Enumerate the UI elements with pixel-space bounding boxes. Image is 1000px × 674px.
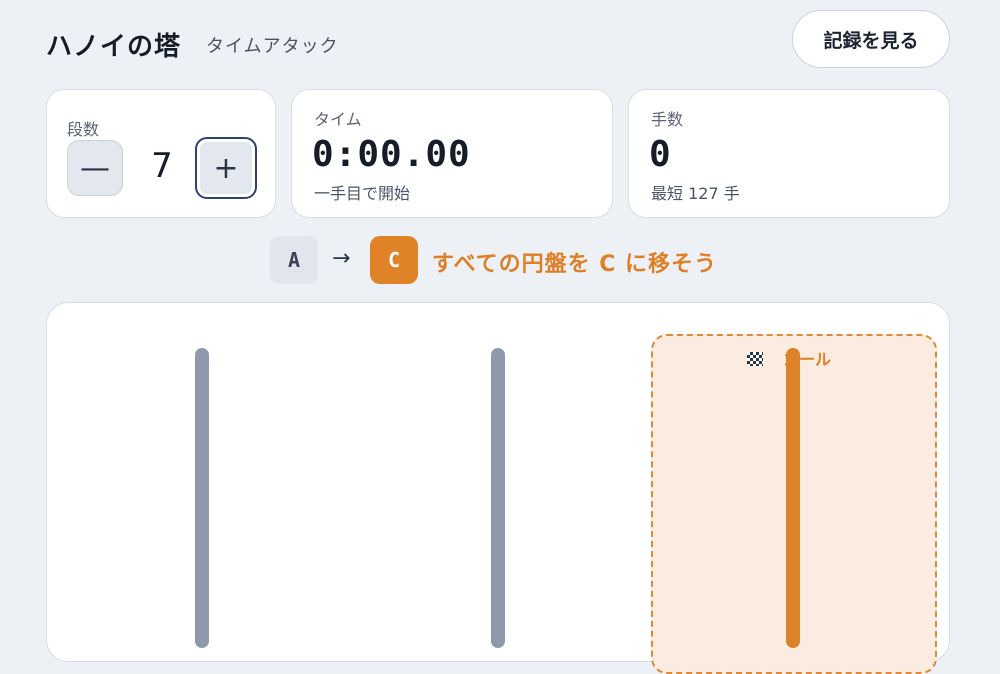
time-value: 0:00.00 — [312, 134, 471, 175]
moves-value: 0 — [649, 134, 672, 175]
header: ハノイの塔 タイムアタック 記録を見る — [46, 10, 950, 72]
increase-levels-button[interactable]: + — [195, 137, 257, 199]
peg-b-rod[interactable] — [491, 348, 505, 648]
page-subtitle: タイムアタック — [206, 36, 339, 57]
plus-icon: + — [213, 150, 239, 186]
peg-c-rod[interactable] — [786, 348, 800, 648]
levels-value: 7 — [151, 146, 173, 186]
minus-icon: — — [80, 150, 110, 186]
levels-card: 段数 — 7 + — [46, 89, 276, 218]
peg-a-rod[interactable] — [195, 348, 209, 648]
source-peg-badge: A — [270, 236, 318, 284]
goal-text: すべての円盤を C に移そう — [432, 252, 718, 277]
moves-label: 手数 — [651, 110, 684, 129]
checkered-flag-icon — [747, 352, 763, 366]
game-board: ゴール — [46, 302, 950, 674]
arrow-right-icon: → — [332, 246, 351, 271]
time-card: タイム 0:00.00 一手目で開始 — [291, 89, 613, 218]
time-hint: 一手目で開始 — [314, 184, 411, 203]
moves-card: 手数 0 最短 127 手 — [628, 89, 950, 218]
decrease-levels-button[interactable]: — — [67, 140, 123, 196]
page-title: ハノイの塔 — [46, 32, 182, 62]
minimum-moves: 最短 127 手 — [651, 184, 740, 203]
view-records-button[interactable]: 記録を見る — [792, 10, 950, 68]
levels-label: 段数 — [67, 120, 100, 139]
time-label: タイム — [314, 110, 362, 129]
target-peg-badge: C — [370, 236, 418, 284]
